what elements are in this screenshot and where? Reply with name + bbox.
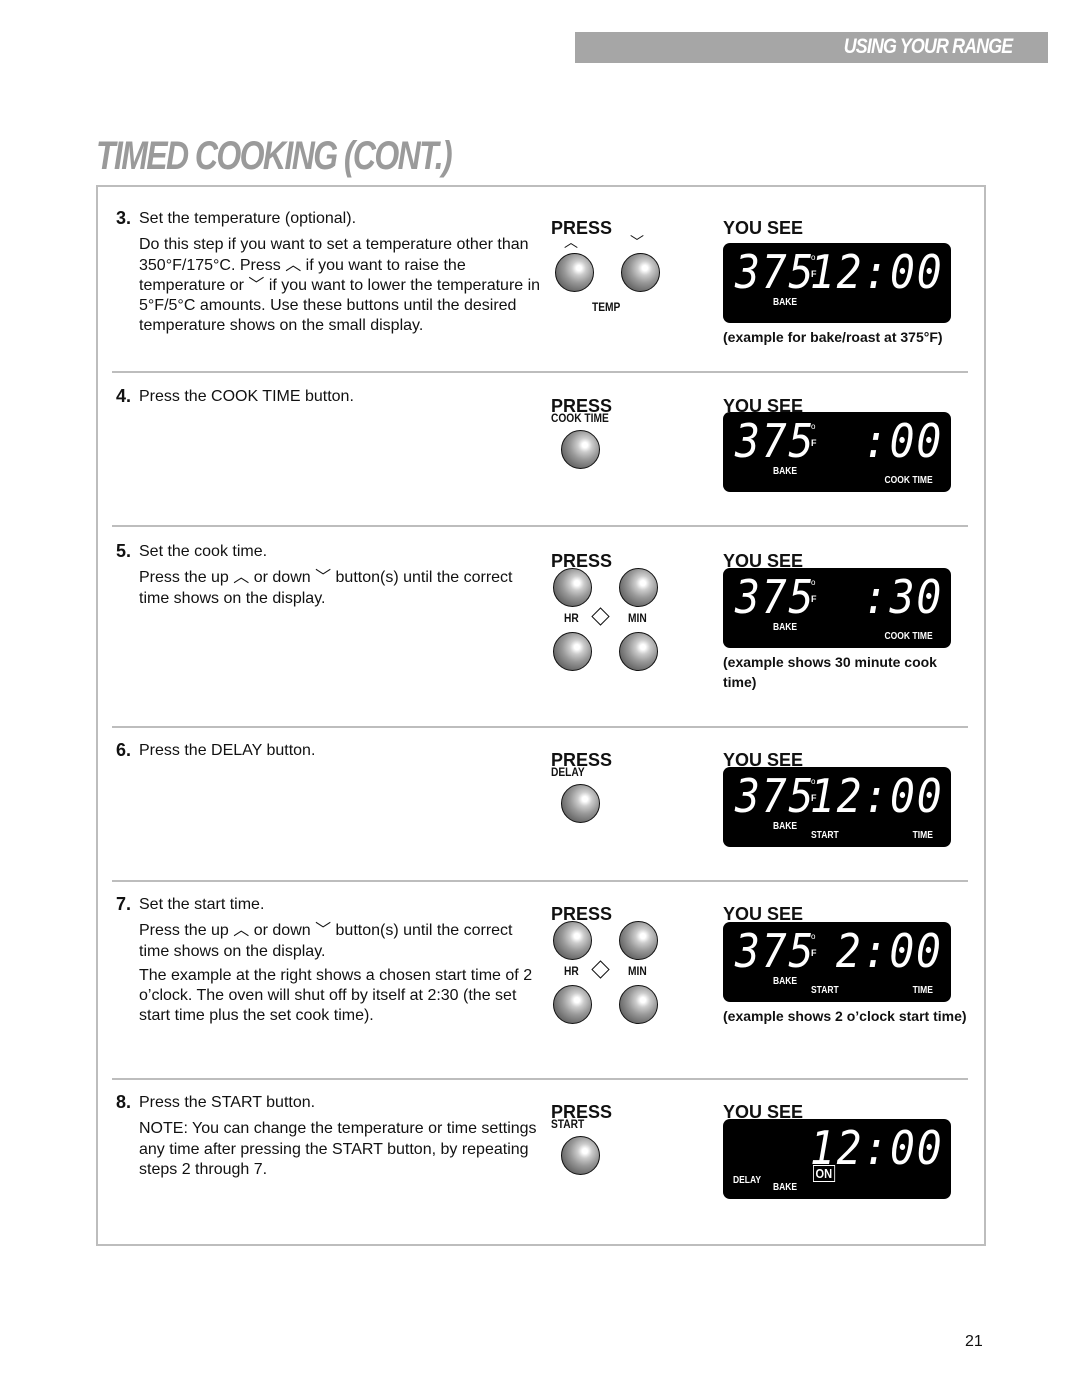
- you-see-heading: YOU SEE: [723, 218, 804, 238]
- cook-time-label: COOK TIME: [551, 411, 609, 425]
- delay-label: DELAY: [551, 765, 585, 779]
- display-label-start: START: [811, 985, 839, 996]
- hour-up-button[interactable]: [553, 921, 592, 960]
- display-label-bake: BAKE: [773, 1182, 798, 1193]
- display-time: :00: [862, 414, 943, 468]
- step-paragraph: Press the up ︿ or down ﹀ button(s) until…: [139, 569, 513, 607]
- min-label: MIN: [628, 611, 647, 625]
- display-label-delay: DELAY: [733, 1175, 762, 1186]
- page-title: TIMED COOKING (CONT.): [96, 134, 453, 178]
- step-paragraph: Press the DELAY button.: [139, 742, 316, 759]
- divider: [112, 880, 968, 882]
- step-paragraph: Set the cook time.: [139, 543, 268, 560]
- display-time: :30: [862, 570, 943, 624]
- step-text: Set the start time. Press the up ︿ or dow…: [139, 895, 544, 1031]
- display-label-bake: BAKE: [773, 976, 798, 987]
- divider: [112, 1078, 968, 1080]
- start-button[interactable]: [561, 1136, 600, 1175]
- min-label: MIN: [628, 964, 647, 978]
- section-title: USING YOUR RANGE: [843, 35, 1012, 58]
- display-label-bake: BAKE: [773, 622, 798, 633]
- minute-up-button[interactable]: [619, 568, 658, 607]
- hour-down-button[interactable]: [553, 632, 592, 671]
- display-temperature: 375: [735, 245, 816, 299]
- display-label-bake: BAKE: [773, 821, 798, 832]
- press-heading: PRESS: [551, 551, 613, 571]
- step-text: Press the START button. NOTE: You can cha…: [139, 1093, 544, 1184]
- hour-up-button[interactable]: [553, 568, 592, 607]
- hr-label: HR: [564, 964, 579, 978]
- display-caption: (example shows 2 o’clock start time): [723, 1008, 967, 1024]
- degree-symbol: o: [811, 932, 816, 941]
- temp-down-button[interactable]: [621, 253, 660, 292]
- minute-down-button[interactable]: [619, 632, 658, 671]
- step-paragraph: NOTE: You can change the temperature or …: [139, 1120, 537, 1178]
- minute-up-button[interactable]: [619, 921, 658, 960]
- delay-button[interactable]: [561, 784, 600, 823]
- oven-display: 375 o F 2:00 BAKE START TIME: [723, 922, 951, 1002]
- display-time: 12:00: [809, 245, 943, 299]
- display-time: 12:00: [809, 769, 943, 823]
- divider: [112, 726, 968, 728]
- oven-display: 375 o F 12:00 BAKE START TIME: [723, 767, 951, 847]
- down-arrow-icon: ﹀: [630, 234, 644, 250]
- fahrenheit-indicator: F: [811, 438, 817, 448]
- display-caption: (example shows 30 minute cook time): [723, 654, 937, 690]
- display-label-bake: BAKE: [773, 297, 798, 308]
- divider: [112, 525, 968, 527]
- press-heading: PRESS: [551, 904, 613, 924]
- display-label-time: TIME: [912, 985, 933, 996]
- degree-symbol: o: [811, 578, 816, 587]
- step-number: 3.: [116, 208, 132, 228]
- display-temperature: 375: [735, 769, 816, 823]
- start-label: START: [551, 1117, 585, 1131]
- oven-display: 12:00 DELAY BAKE ON: [723, 1119, 951, 1199]
- display-label-time: TIME: [912, 830, 933, 841]
- step-text: Set the cook time. Press the up ︿ or down…: [139, 542, 544, 613]
- step-text: Set the temperature (optional). Do this s…: [139, 209, 544, 341]
- degree-symbol: o: [811, 422, 816, 431]
- oven-display: 375 o F :00 BAKE COOK TIME: [723, 412, 951, 492]
- hr-label: HR: [564, 611, 579, 625]
- cook-time-button[interactable]: [561, 430, 600, 469]
- display-label-start: START: [811, 830, 839, 841]
- step-number: 8.: [116, 1092, 132, 1112]
- display-temperature: 375: [735, 570, 816, 624]
- step-text: Press the COOK TIME button.: [139, 387, 544, 413]
- fahrenheit-indicator: F: [811, 948, 817, 958]
- hour-down-button[interactable]: [553, 985, 592, 1024]
- step-paragraph: Press the COOK TIME button.: [139, 388, 354, 405]
- display-label-cook-time: COOK TIME: [884, 631, 933, 642]
- fahrenheit-indicator: F: [811, 594, 817, 604]
- step-number: 5.: [116, 541, 132, 561]
- step-paragraph: Press the START button.: [139, 1094, 316, 1111]
- display-on-indicator: ON: [813, 1165, 835, 1182]
- oven-display: 375 o F :30 BAKE COOK TIME: [723, 568, 951, 648]
- display-label-bake: BAKE: [773, 466, 798, 477]
- display-time: 2:00: [836, 924, 943, 978]
- up-arrow-icon: ︿: [564, 234, 578, 250]
- step-number: 4.: [116, 386, 132, 406]
- section-header-bar: USING YOUR RANGE: [575, 32, 1048, 63]
- step-paragraph: The example at the right shows a chosen …: [139, 966, 533, 1025]
- step-paragraph: Set the start time.: [139, 896, 265, 913]
- divider: [112, 371, 968, 373]
- step-paragraph: Do this step if you want to set a temper…: [139, 236, 541, 335]
- display-label-cook-time: COOK TIME: [884, 475, 933, 486]
- step-text: Press the DELAY button.: [139, 741, 544, 767]
- press-heading: PRESS: [551, 218, 613, 238]
- manual-page: USING YOUR RANGE TIMED COOKING (CONT.) 2…: [0, 0, 1080, 1397]
- page-number: 21: [965, 1333, 983, 1350]
- display-temperature: 375: [735, 924, 816, 978]
- step-paragraph: Press the up ︿ or down ﹀ button(s) until…: [139, 922, 513, 960]
- oven-display: 375 o F 12:00 BAKE: [723, 243, 951, 323]
- temp-label: TEMP: [592, 300, 621, 314]
- step-paragraph: Set the temperature (optional).: [139, 210, 357, 227]
- temp-up-button[interactable]: [555, 253, 594, 292]
- step-number: 7.: [116, 894, 132, 914]
- display-temperature: 375: [735, 414, 816, 468]
- minute-down-button[interactable]: [619, 985, 658, 1024]
- step-number: 6.: [116, 740, 132, 760]
- display-caption: (example for bake/roast at 375°F): [723, 329, 943, 345]
